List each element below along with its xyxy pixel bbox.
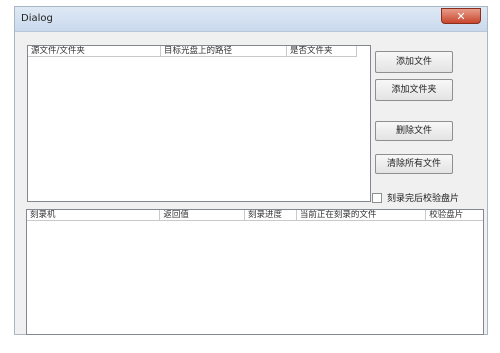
add-folder-button[interactable]: 添加文件夹 (375, 79, 453, 101)
window-title: Dialog (21, 13, 53, 24)
delete-file-button[interactable]: 删除文件 (375, 121, 453, 141)
close-icon: ✕ (456, 10, 466, 23)
column-header-verify-disc[interactable]: 校验盘片 (426, 210, 483, 221)
verify-after-burn-option[interactable]: 刻录完后校验盘片 (372, 191, 459, 204)
close-button[interactable]: ✕ (441, 8, 481, 24)
add-file-button[interactable]: 添加文件 (375, 51, 453, 73)
source-file-list[interactable]: 源文件/文件夹 目标光盘上的路径 是否文件夹 (27, 45, 371, 202)
column-header-source[interactable]: 源文件/文件夹 (28, 46, 161, 57)
verify-after-burn-label: 刻录完后校验盘片 (387, 194, 460, 204)
source-list-header: 源文件/文件夹 目标光盘上的路径 是否文件夹 (28, 46, 370, 57)
column-header-is-folder[interactable]: 是否文件夹 (287, 46, 357, 57)
burner-list[interactable]: 刻录机 返回值 刻录进度 当前正在刻录的文件 校验盘片 (26, 209, 484, 335)
column-header-burner[interactable]: 刻录机 (27, 210, 161, 221)
column-header-current-file[interactable]: 当前正在刻录的文件 (296, 210, 427, 221)
clear-all-files-button[interactable]: 清除所有文件 (375, 154, 453, 174)
burner-list-header: 刻录机 返回值 刻录进度 当前正在刻录的文件 校验盘片 (27, 210, 483, 221)
column-header-return-value[interactable]: 返回值 (160, 210, 246, 221)
column-header-burn-progress[interactable]: 刻录进度 (245, 210, 297, 221)
title-bar[interactable]: Dialog ✕ (15, 7, 487, 32)
verify-after-burn-checkbox[interactable] (372, 192, 382, 203)
column-header-target-path[interactable]: 目标光盘上的路径 (161, 46, 287, 57)
